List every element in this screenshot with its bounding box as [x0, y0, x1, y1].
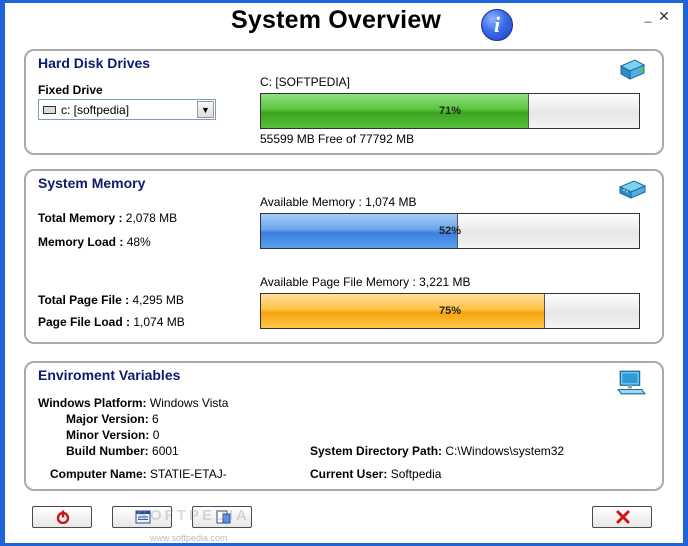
current-user-value: Softpedia: [390, 467, 442, 481]
build-number-value: 6001: [152, 444, 179, 458]
major-version-value: 6: [152, 412, 159, 426]
drive-name: C: [SOFTPEDIA]: [260, 75, 351, 89]
page-file-usage-percent: 75%: [438, 305, 462, 317]
page-file-usage-bar: 75%: [260, 293, 640, 329]
total-page-file-value: 4,295 MB: [132, 293, 184, 307]
disk-free-text: 55599 MB Free of 77792 MB: [260, 132, 415, 146]
total-memory-value: 2,078 MB: [125, 211, 178, 225]
close-icon: [616, 510, 630, 524]
total-memory-label: Total Memory :: [38, 211, 123, 225]
window-title: System Overview: [231, 6, 442, 34]
environment-group: Enviroment Variables Windows Platform: W…: [24, 361, 664, 491]
disk-usage-bar: 71%: [260, 93, 640, 129]
memory-load-value: 48%: [126, 235, 151, 249]
system-memory-group: System Memory Total Memory : 2,078 MB Me…: [24, 169, 664, 344]
softpedia-watermark: SOFTPEDIA: [137, 507, 250, 524]
major-version-label: Major Version:: [66, 412, 149, 426]
computer-name-label: Computer Name:: [50, 467, 147, 481]
major-version-row: Major Version: 6: [66, 412, 159, 426]
fixed-drive-label: Fixed Drive: [38, 83, 103, 97]
page-file-load-value: 1,074 MB: [133, 315, 185, 329]
drive-small-icon: [43, 106, 56, 114]
exit-button[interactable]: [592, 506, 652, 528]
close-window-button[interactable]: ✕: [657, 9, 671, 23]
platform-value: Windows Vista: [149, 396, 229, 410]
memory-load-label: Memory Load :: [38, 235, 124, 249]
disk-usage-percent: 71%: [438, 105, 462, 117]
drive-select-value: c: [softpedia]: [61, 103, 130, 117]
info-icon[interactable]: i: [481, 9, 513, 41]
memory-usage-percent: 52%: [438, 225, 462, 237]
minor-version-label: Minor Version:: [66, 428, 150, 442]
system-directory-value: C:\Windows\system32: [445, 444, 565, 458]
current-user-label: Current User:: [310, 467, 388, 481]
available-memory-label: Available Memory : 1,074 MB: [260, 195, 417, 209]
total-memory-row: Total Memory : 2,078 MB: [38, 211, 177, 225]
total-page-file-label: Total Page File :: [38, 293, 130, 307]
hard-disk-group: Hard Disk Drives Fixed Drive c: [softped…: [24, 49, 664, 155]
build-number-label: Build Number:: [66, 444, 149, 458]
available-page-file-label: Available Page File Memory : 3,221 MB: [260, 275, 471, 289]
environment-title: Enviroment Variables: [38, 367, 181, 383]
refresh-button[interactable]: [32, 506, 92, 528]
page-file-load-label: Page File Load :: [38, 315, 131, 329]
platform-row: Windows Platform: Windows Vista: [38, 396, 228, 410]
page-file-load-row: Page File Load : 1,074 MB: [38, 315, 185, 329]
computer-monitor-icon: [617, 370, 646, 395]
minor-version-row: Minor Version: 0: [66, 428, 159, 442]
softpedia-url-watermark: www.softpedia.com: [150, 533, 228, 543]
minimize-button[interactable]: _: [641, 9, 655, 23]
memory-chip-icon: [618, 180, 646, 199]
platform-label: Windows Platform:: [38, 396, 147, 410]
power-icon: [56, 510, 70, 524]
memory-usage-bar: 52%: [260, 213, 640, 249]
system-memory-title: System Memory: [38, 175, 146, 191]
build-number-row: Build Number: 6001: [66, 444, 179, 458]
system-overview-window: System Overview i _ ✕ Hard Disk Drives F…: [5, 3, 683, 543]
current-user-row: Current User: Softpedia: [310, 467, 441, 481]
hard-disk-title: Hard Disk Drives: [38, 55, 151, 71]
computer-name-value: STATIE-ETAJ-: [150, 467, 227, 481]
drive-select[interactable]: c: [softpedia] ▼: [38, 99, 216, 120]
hard-drive-icon: [619, 59, 646, 80]
minor-version-value: 0: [152, 428, 160, 442]
system-directory-row: System Directory Path: C:\Windows\system…: [310, 444, 564, 458]
chevron-down-icon[interactable]: ▼: [197, 101, 214, 118]
title-bar: System Overview i _ ✕: [5, 3, 683, 43]
computer-name-row: Computer Name: STATIE-ETAJ-: [50, 467, 227, 481]
total-page-file-row: Total Page File : 4,295 MB: [38, 293, 184, 307]
memory-load-row: Memory Load : 48%: [38, 235, 151, 249]
system-directory-label: System Directory Path:: [310, 444, 443, 458]
